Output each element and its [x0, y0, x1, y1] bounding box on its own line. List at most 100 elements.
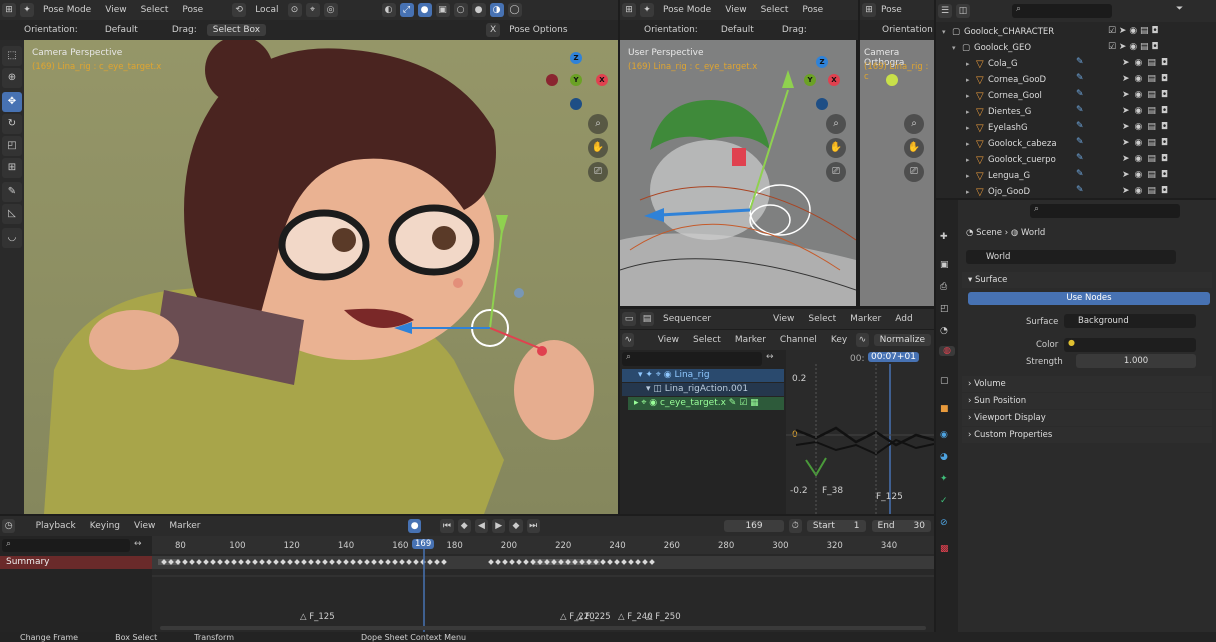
- collection-toggles[interactable]: ☑ ➤ ◉ ▤ ◘: [1108, 42, 1159, 52]
- menu-view[interactable]: View: [651, 335, 686, 345]
- keyframe[interactable]: [420, 559, 426, 565]
- shading-material-icon[interactable]: ◑: [489, 3, 504, 17]
- mode-dropdown[interactable]: Pose Mode: [36, 5, 98, 15]
- keyframe[interactable]: [509, 559, 515, 565]
- select-toggle-icon[interactable]: ➤: [1122, 106, 1130, 116]
- gizmo-icon[interactable]: ⤢: [399, 3, 414, 17]
- right-viewport[interactable]: User Perspective (169) Lina_rig : c_eye_…: [620, 40, 856, 306]
- graph-editor-icon[interactable]: ∿: [622, 333, 635, 347]
- menu-view[interactable]: View: [127, 521, 162, 531]
- keyframe[interactable]: [350, 559, 356, 565]
- breadcrumb-scene[interactable]: Scene: [976, 228, 1002, 238]
- custom-properties-panel-header[interactable]: › Custom Properties: [962, 427, 1212, 443]
- keyframe[interactable]: [607, 559, 613, 565]
- keyframe[interactable]: [196, 559, 202, 565]
- hand-pan-icon[interactable]: ✋: [588, 138, 608, 158]
- outliner-row[interactable]: ▸ ▽ Cola_G: [966, 56, 1018, 72]
- keyframe[interactable]: [488, 559, 494, 565]
- camera-icon[interactable]: ⎚: [588, 162, 608, 182]
- visibility-toggles[interactable]: ➤ ◉ ▤ ◘: [1122, 58, 1168, 68]
- editor-type-icon[interactable]: ☰: [938, 4, 952, 18]
- render-toggle-icon[interactable]: ◘: [1161, 138, 1168, 148]
- keyframe[interactable]: [628, 559, 634, 565]
- editor-type-icon[interactable]: ⊞: [622, 3, 636, 17]
- menu-view[interactable]: View: [766, 314, 801, 324]
- keyframe[interactable]: [392, 559, 398, 565]
- tool-tab-icon[interactable]: ✚: [940, 232, 948, 242]
- gizmo-x-axis[interactable]: X: [828, 74, 840, 86]
- keyframe[interactable]: [343, 559, 349, 565]
- keyframe[interactable]: [252, 559, 258, 565]
- menu-select[interactable]: Select: [134, 5, 176, 15]
- menu-marker[interactable]: Marker: [162, 521, 207, 531]
- render-toggle-icon[interactable]: ◘: [1161, 154, 1168, 164]
- visibility-icon[interactable]: ◐: [381, 3, 396, 17]
- keyframe[interactable]: [294, 559, 300, 565]
- keyframe[interactable]: [406, 559, 412, 565]
- render-tab-icon[interactable]: ▣: [940, 260, 949, 270]
- record-icon[interactable]: ●: [408, 519, 422, 533]
- menu-channel[interactable]: Channel: [773, 335, 824, 345]
- roll-tool-icon[interactable]: ◡: [2, 228, 22, 248]
- viewport-toggle-icon[interactable]: ▤: [1147, 154, 1156, 164]
- shading-solid-icon[interactable]: ●: [471, 3, 486, 17]
- keyframe[interactable]: [502, 559, 508, 565]
- jump-start-icon[interactable]: ⏮: [440, 519, 454, 533]
- menu-playback[interactable]: Playback: [29, 521, 83, 531]
- keyframe[interactable]: [434, 559, 440, 565]
- keyframe[interactable]: [635, 559, 641, 565]
- display-mode-icon[interactable]: ◫: [956, 4, 970, 18]
- expand-icon[interactable]: ▸: [966, 140, 976, 148]
- cursor-tool-icon[interactable]: ⊕: [2, 68, 22, 88]
- keyframe[interactable]: [621, 559, 627, 565]
- output-tab-icon[interactable]: ⎙: [940, 282, 947, 292]
- hand-pan-icon[interactable]: ✋: [826, 138, 846, 158]
- orientation-dropdown[interactable]: Default: [705, 25, 775, 35]
- constraint-tab-icon[interactable]: ✦: [940, 474, 948, 484]
- modifier-tab-icon[interactable]: ◉: [940, 430, 948, 440]
- camera-icon[interactable]: ⎚: [826, 162, 846, 182]
- mode-dropdown[interactable]: Pose Mode: [656, 5, 718, 15]
- graph-area[interactable]: 00: 00:07+01 0.2 0 -0.2 F_38 F_125: [786, 350, 934, 514]
- use-nodes-button[interactable]: Use Nodes: [968, 292, 1210, 305]
- keyframe[interactable]: [378, 559, 384, 565]
- play-icon[interactable]: ▶: [492, 519, 506, 533]
- world-selector[interactable]: World: [966, 250, 1176, 264]
- keyframe[interactable]: [273, 559, 279, 565]
- properties-search[interactable]: ⌕: [1030, 204, 1180, 218]
- menu-keying[interactable]: Keying: [83, 521, 127, 531]
- swap-icon[interactable]: ↔: [134, 539, 142, 549]
- expand-icon[interactable]: ▸: [966, 156, 976, 164]
- viewport-toggle-icon[interactable]: ▤: [1147, 58, 1156, 68]
- gizmo-z-axis[interactable]: Z: [570, 52, 582, 64]
- sequencer-type-dropdown[interactable]: Sequencer: [656, 314, 766, 324]
- swap-icon[interactable]: ↔: [766, 352, 774, 362]
- render-toggle-icon[interactable]: ◘: [1161, 90, 1168, 100]
- select-toggle-icon[interactable]: ➤: [1122, 138, 1130, 148]
- keyframe[interactable]: [217, 559, 223, 565]
- gizmo-y-axis[interactable]: [886, 74, 898, 86]
- outliner-row-collection[interactable]: ▾ ▢ Goolock_GEO: [952, 40, 1031, 56]
- render-toggle-icon[interactable]: ◘: [1161, 74, 1168, 84]
- marker-f125[interactable]: △ F_125: [300, 612, 335, 622]
- visibility-toggles[interactable]: ➤ ◉ ▤ ◘: [1122, 138, 1168, 148]
- marker-f225[interactable]: △ F_225: [576, 612, 611, 622]
- hand-pan-icon[interactable]: ✋: [904, 138, 924, 158]
- eye-icon[interactable]: ◉: [1135, 138, 1143, 148]
- normalize-toggle[interactable]: Normalize: [873, 334, 931, 346]
- marker-f250[interactable]: △ F_250: [646, 612, 681, 622]
- surface-field[interactable]: Background: [1064, 314, 1196, 328]
- orientation-dropdown[interactable]: Default: [85, 25, 165, 35]
- keyframe[interactable]: [523, 559, 529, 565]
- visibility-toggles[interactable]: ➤ ◉ ▤ ◘: [1122, 122, 1168, 132]
- dope-sheet[interactable]: 169 △ F_125 △ F_220 △ F_225 △ F_240 △ F_…: [152, 536, 934, 632]
- visibility-toggles[interactable]: ➤ ◉ ▤ ◘: [1122, 90, 1168, 100]
- outliner-row[interactable]: ▸ ▽ Goolock_cabeza: [966, 136, 1057, 152]
- stopwatch-icon[interactable]: ⏱: [788, 519, 802, 533]
- scale-tool-icon[interactable]: ◰: [2, 136, 22, 156]
- scene-icon[interactable]: ◔: [940, 326, 948, 336]
- render-toggle-icon[interactable]: ◘: [1161, 58, 1168, 68]
- strength-field[interactable]: 1.000: [1076, 354, 1196, 368]
- keyframe[interactable]: [259, 559, 265, 565]
- select-toggle-icon[interactable]: ➤: [1122, 74, 1130, 84]
